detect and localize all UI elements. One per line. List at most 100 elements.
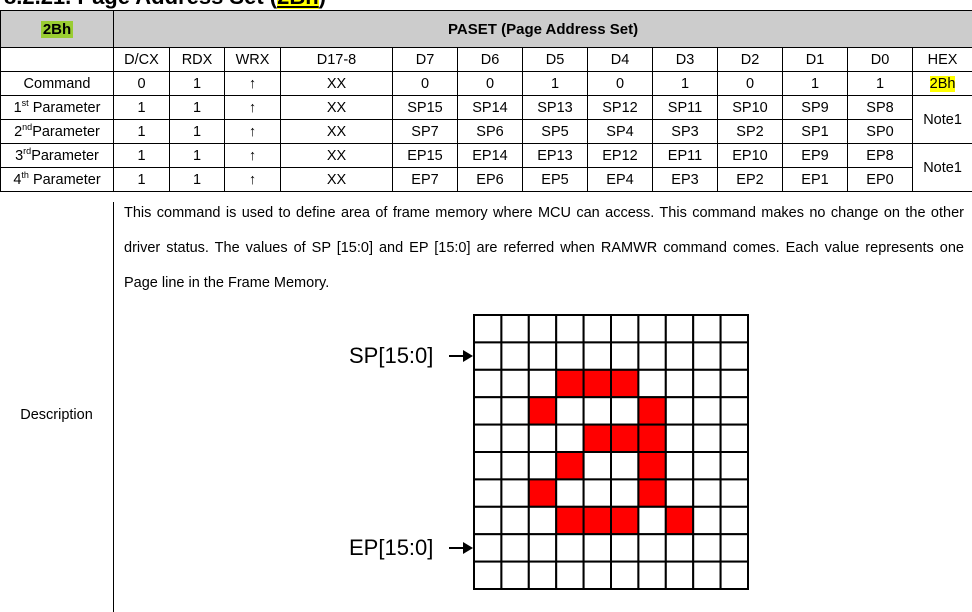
grid-cell [500, 478, 530, 508]
grid-cell [527, 368, 558, 399]
column-header: D17-8 [280, 47, 393, 72]
bit-cell: XX [280, 143, 393, 168]
grid-cell [610, 341, 640, 371]
grid-cell-filled [664, 505, 695, 536]
column-header-row: D/CX RDX WRX D17-8 D7 D6 D5 D4 D3 D2 D1 D0 HEX [0, 47, 972, 72]
grid-cell-filled [527, 478, 558, 508]
grid-cell-filled [610, 368, 640, 399]
hex-cell: 2Bh [911, 71, 972, 96]
bit-cell: EP9 [782, 143, 848, 168]
grid-cell [610, 451, 640, 481]
grid-cell [692, 560, 722, 590]
bit-cell: EP1 [782, 167, 848, 192]
table-row: 4th Parameter 1 1 ↑ XX EP7 EP6 EP5 EP4 EP3 EP2 EP1 E… [0, 167, 972, 192]
grid-cell [692, 505, 722, 536]
grid-cell [527, 505, 558, 536]
grid-cell [610, 396, 640, 426]
column-header: D0 [847, 47, 913, 72]
row-label: 3rdParameter [0, 143, 114, 168]
command-badge: 2Bh [40, 20, 74, 38]
grid-cell [555, 423, 585, 453]
grid-cell [582, 314, 612, 344]
grid-cell-filled [527, 396, 558, 426]
column-header: D3 [652, 47, 718, 72]
sp-label: SP[15:0] [349, 343, 434, 369]
bit-cell: EP6 [457, 167, 523, 192]
bit-cell: 1 [113, 143, 170, 168]
grid-cell-filled [637, 478, 667, 508]
grid-cell [637, 368, 667, 399]
bit-cell: 1 [782, 71, 848, 96]
row-label: 2ndParameter [0, 119, 114, 144]
bit-cell: 0 [717, 71, 783, 96]
row-label: 4th Parameter [0, 167, 114, 192]
grid-cell [637, 533, 667, 563]
bit-cell: XX [280, 71, 393, 96]
grid-cell [719, 396, 749, 426]
grid-cell-filled [610, 505, 640, 536]
grid-cell [473, 368, 503, 399]
bit-cell: SP0 [847, 119, 913, 144]
grid-cell [555, 314, 585, 344]
bit-cell: 0 [587, 71, 653, 96]
grid-cell [500, 533, 530, 563]
bit-cell: 0 [113, 71, 170, 96]
grid-cell [664, 451, 695, 481]
bit-cell: EP10 [717, 143, 783, 168]
grid-cell [664, 533, 695, 563]
description-text: This command is used to define area of f… [124, 205, 964, 291]
section-heading: 8.2.21. Page Address Set (2Bh) [4, 0, 326, 10]
bit-cell: SP1 [782, 119, 848, 144]
grid-cell [582, 478, 612, 508]
bit-cell: EP8 [847, 143, 913, 168]
grid-cell [555, 533, 585, 563]
grid-cell-filled [637, 423, 667, 453]
bit-cell: SP15 [392, 95, 458, 120]
grid-cell [555, 396, 585, 426]
grid-cell [555, 341, 585, 371]
bit-cell: EP4 [587, 167, 653, 192]
grid-cell [500, 505, 530, 536]
grid-cell [582, 341, 612, 371]
sp-arrow-head-icon [463, 350, 473, 363]
column-header: D1 [782, 47, 848, 72]
column-header: D4 [587, 47, 653, 72]
column-header: D7 [392, 47, 458, 72]
grid-cell [719, 533, 749, 563]
grid-cell [500, 560, 530, 590]
heading-prefix: 8.2.21. Page Address Set ( [4, 0, 277, 9]
grid-cell [664, 314, 695, 344]
bit-cell: ↑ [224, 143, 281, 168]
grid-cell [500, 423, 530, 453]
bit-cell: EP7 [392, 167, 458, 192]
ep-arrow-head-icon [463, 541, 473, 554]
grid-cell [692, 314, 722, 344]
grid-cell [582, 533, 612, 563]
table-row: 3rdParameter 1 1 ↑ XX EP15 EP14 EP13 EP12 EP11 EP1… [0, 143, 972, 192]
grid-cell [473, 341, 503, 371]
bit-cell: 0 [392, 71, 458, 96]
bit-cell: EP12 [587, 143, 653, 168]
grid-cell [692, 341, 722, 371]
bit-cell: SP4 [587, 119, 653, 144]
grid-cell-filled [637, 396, 667, 426]
grid-cell [719, 368, 749, 399]
grid-cell [664, 478, 695, 508]
heading-suffix: ) [319, 0, 326, 9]
grid-cell [610, 560, 640, 590]
column-header: WRX [224, 47, 281, 72]
bit-cell: SP5 [522, 119, 588, 144]
grid-cell [582, 451, 612, 481]
column-header: D2 [717, 47, 783, 72]
grid-cell-filled [582, 505, 612, 536]
grid-cell [555, 560, 585, 590]
bit-cell: SP9 [782, 95, 848, 120]
bit-cell: EP3 [652, 167, 718, 192]
grid-cell-filled [582, 368, 612, 399]
bit-cell: SP8 [847, 95, 913, 120]
grid-cell [637, 314, 667, 344]
bit-cell: EP13 [522, 143, 588, 168]
register-table: 2Bh PASET (Page Address Set) D/CX RDX WRX D… [0, 10, 972, 192]
grid-cell [500, 314, 530, 344]
grid-cell [500, 341, 530, 371]
